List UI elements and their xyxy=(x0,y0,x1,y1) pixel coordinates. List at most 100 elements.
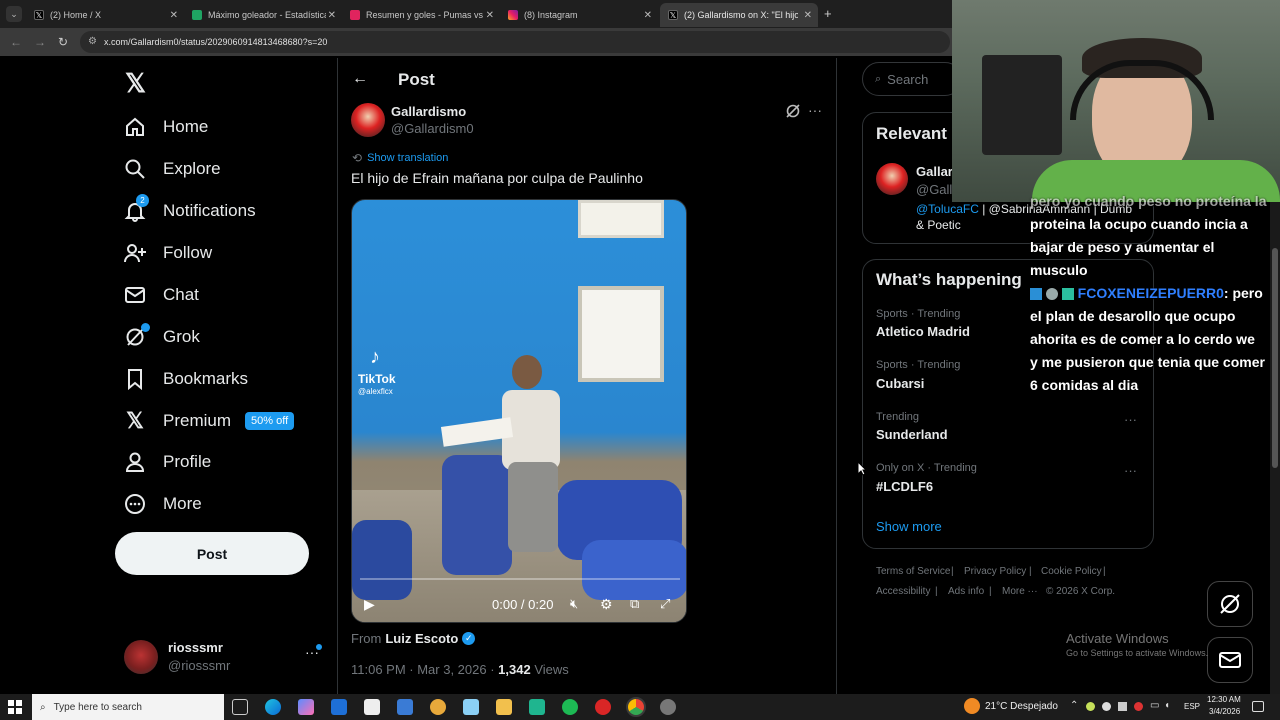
desk-chair xyxy=(582,540,686,600)
opera-icon[interactable] xyxy=(595,699,611,715)
nav-profile[interactable]: Profile xyxy=(124,444,211,480)
trend-more-dots-icon[interactable]: ··· xyxy=(1124,412,1137,427)
clock-date[interactable]: 3/4/2026 xyxy=(1209,707,1240,716)
site-info-icon[interactable]: ⚙ xyxy=(88,36,97,47)
tab-estadisticas[interactable]: Máximo goleador - Estadísticas ✕ xyxy=(184,3,342,27)
tray-app-icon[interactable] xyxy=(1086,702,1095,711)
grok-floating-button[interactable] xyxy=(1207,581,1253,627)
x-logo-icon[interactable]: 𝕏 xyxy=(125,68,146,99)
post-timestamp[interactable]: 11:06 PM · Mar 3, 2026 · xyxy=(351,662,498,677)
source-author-link[interactable]: Luiz Escoto xyxy=(385,631,458,646)
back-arrow-icon[interactable]: ← xyxy=(352,70,368,88)
footer-link[interactable]: Ads info xyxy=(948,586,984,597)
search-input[interactable]: ⌕ Search xyxy=(862,62,962,96)
close-icon[interactable]: ✕ xyxy=(486,10,494,21)
tab-title: (8) Instagram xyxy=(524,10,578,20)
chrome-icon[interactable] xyxy=(626,697,646,717)
author-handle[interactable]: @Gallardism0 xyxy=(391,121,474,136)
author-avatar[interactable] xyxy=(351,103,385,137)
new-tab-button[interactable]: + xyxy=(824,6,832,21)
trend-more-dots-icon[interactable]: ··· xyxy=(1124,463,1137,478)
store-icon[interactable] xyxy=(364,699,380,715)
nav-grok[interactable]: Grok xyxy=(124,319,200,355)
x-logo-icon: 𝕏 xyxy=(126,408,144,433)
clock-time[interactable]: 12:30 AM xyxy=(1207,695,1241,704)
footer-link[interactable]: Cookie Policy xyxy=(1041,566,1102,577)
trend-name[interactable]: Cubarsi xyxy=(876,376,924,391)
close-icon[interactable]: ✕ xyxy=(328,10,336,21)
edge-icon[interactable] xyxy=(265,699,281,715)
forward-arrow-icon[interactable]: → xyxy=(34,35,46,49)
tray-app-icon[interactable] xyxy=(1134,702,1143,711)
nav-label: Notifications xyxy=(163,201,256,220)
trend-name[interactable]: Sunderland xyxy=(876,427,948,442)
language-indicator[interactable]: ESP xyxy=(1184,702,1200,711)
task-view-icon[interactable] xyxy=(232,699,248,715)
fullscreen-icon[interactable]: ⤢ xyxy=(660,596,670,612)
tab-gallardismo[interactable]: 𝕏 (2) Gallardismo on X: "El hijo de ✕ xyxy=(660,3,818,27)
nav-more[interactable]: More xyxy=(124,486,202,522)
account-switcher[interactable]: riosssmr @riosssmr ··· xyxy=(115,634,340,678)
picture-in-picture-icon[interactable]: ⧉ xyxy=(630,596,639,612)
nav-follow[interactable]: Follow xyxy=(124,235,212,271)
bio-mention[interactable]: @TolucaFC xyxy=(916,202,979,216)
show-more-link[interactable]: Show more xyxy=(876,519,942,534)
play-icon[interactable]: ▶ xyxy=(364,596,375,613)
author-name[interactable]: Gallardismo xyxy=(391,104,466,119)
tab-search-button[interactable]: ⌄ xyxy=(6,6,22,22)
tab-home-x[interactable]: 𝕏 (2) Home / X ✕ xyxy=(26,3,184,27)
close-icon[interactable]: ✕ xyxy=(804,10,812,21)
show-translation-link[interactable]: ⟲ Show translation xyxy=(352,151,448,165)
taskbar-search-input[interactable]: ⌕ Type here to search xyxy=(32,694,224,720)
app-icon[interactable] xyxy=(529,699,545,715)
address-bar[interactable]: ⚙ x.com/Gallardism0/status/2029060914813… xyxy=(80,31,950,53)
footer-link[interactable]: Privacy Policy xyxy=(964,566,1026,577)
nav-explore[interactable]: Explore xyxy=(124,151,221,187)
post-button[interactable]: Post xyxy=(115,532,309,575)
mute-icon[interactable]: 🔇︎ xyxy=(570,596,578,612)
nav-home[interactable]: Home xyxy=(124,109,208,145)
close-icon[interactable]: ✕ xyxy=(644,10,652,21)
relevant-avatar[interactable] xyxy=(876,163,908,195)
more-dots-icon[interactable]: ··· xyxy=(808,102,822,118)
footer-link[interactable]: Terms of Service xyxy=(876,566,950,577)
volume-icon[interactable]: ◖ xyxy=(1164,700,1170,711)
windows-start-icon[interactable] xyxy=(8,700,22,714)
video-player[interactable]: ♪ TikTok @alexflcx ▶ 0:00 / 0:20 🔇︎ ⚙ ⧉ … xyxy=(351,199,687,623)
back-arrow-icon[interactable]: ← xyxy=(10,35,22,49)
video-progress-track[interactable] xyxy=(360,578,680,580)
tab-instagram[interactable]: (8) Instagram ✕ xyxy=(500,3,658,27)
spotify-icon[interactable] xyxy=(562,699,578,715)
footer-link[interactable]: More ··· xyxy=(1002,586,1038,597)
outlook-icon[interactable] xyxy=(331,699,347,715)
settings-gear-icon[interactable]: ⚙ xyxy=(600,596,613,613)
vscode-icon[interactable] xyxy=(397,699,413,715)
file-explorer-icon[interactable] xyxy=(496,699,512,715)
tray-app-icon[interactable] xyxy=(1102,702,1111,711)
brave-icon[interactable] xyxy=(430,699,446,715)
grok-icon[interactable] xyxy=(785,103,801,124)
trend-name[interactable]: Atletico Madrid xyxy=(876,324,970,339)
close-icon[interactable]: ✕ xyxy=(170,10,178,21)
nav-premium[interactable]: 𝕏 Premium 50% off xyxy=(124,403,295,439)
nav-bookmarks[interactable]: Bookmarks xyxy=(124,361,248,397)
obs-icon[interactable] xyxy=(660,699,676,715)
messages-floating-button[interactable] xyxy=(1207,637,1253,683)
copilot-icon[interactable] xyxy=(298,699,314,715)
tab-resumen[interactable]: Resumen y goles - Pumas vs To ✕ xyxy=(342,3,500,27)
sheets-icon xyxy=(192,10,202,20)
network-icon[interactable]: ▭ xyxy=(1150,700,1159,711)
weather-text[interactable]: 21°C Despejado xyxy=(985,701,1058,712)
reload-icon[interactable]: ↻ xyxy=(58,35,68,49)
relevant-name[interactable]: Gallar xyxy=(916,164,953,179)
notes-icon[interactable] xyxy=(463,699,479,715)
footer-link[interactable]: Accessibility xyxy=(876,586,930,597)
nav-notifications[interactable]: 2 Notifications xyxy=(124,193,256,229)
system-tray-chevron-icon[interactable]: ⌃ xyxy=(1070,700,1078,711)
notification-center-icon[interactable] xyxy=(1252,701,1264,712)
nav-chat[interactable]: Chat xyxy=(124,277,199,313)
trend-name[interactable]: #LCDLF6 xyxy=(876,479,933,494)
footer-separator: | xyxy=(935,586,938,597)
chat-badge-icon xyxy=(1045,288,1058,301)
tray-app-icon[interactable] xyxy=(1118,702,1127,711)
